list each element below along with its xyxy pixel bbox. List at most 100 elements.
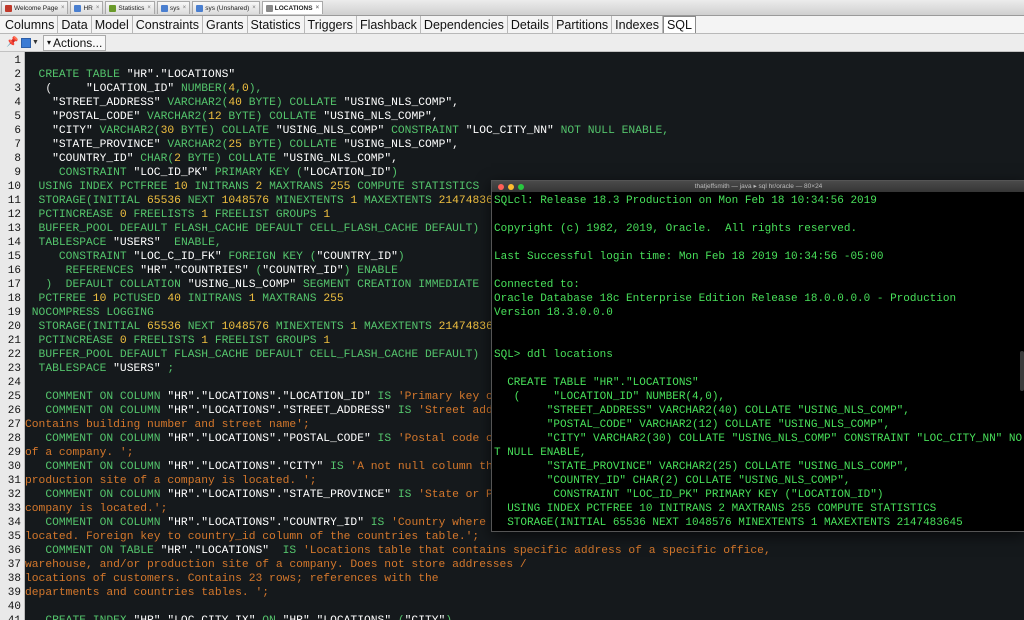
code-token: IS	[330, 461, 351, 473]
line-number: 34	[7, 517, 21, 529]
terminal-line: ( "LOCATION_ID" NUMBER(4,0),	[494, 391, 726, 403]
code-line[interactable]: STORAGE(INITIAL 65536 NEXT 1048576 MINEX…	[25, 194, 507, 208]
pin-icon[interactable]: 📌	[6, 37, 18, 48]
line-number: 2	[14, 69, 21, 81]
code-token: departments and countries tables. ';	[25, 587, 270, 599]
code-line[interactable]: BUFFER_POOL DEFAULT FLASH_CACHE DEFAULT …	[25, 348, 480, 362]
line-number: 29	[7, 447, 21, 459]
tab-sql[interactable]: SQL	[662, 16, 696, 33]
tab-details[interactable]: Details	[508, 16, 554, 33]
tab-grants[interactable]: Grants	[203, 16, 248, 33]
code-line[interactable]: CONSTRAINT "LOC_C_ID_FK" FOREIGN KEY ("C…	[25, 250, 405, 264]
tab-indexes[interactable]: Indexes	[612, 16, 663, 33]
code-line[interactable]: STORAGE(INITIAL 65536 NEXT 1048576 MINEX…	[25, 320, 507, 334]
line-number: 15	[7, 251, 21, 263]
close-icon[interactable]: ×	[183, 5, 187, 11]
code-token: FREELISTS	[126, 335, 202, 347]
line-number: 20	[7, 321, 21, 333]
document-tab[interactable]: sys ×	[156, 1, 191, 14]
document-tab[interactable]: Statistics ×	[105, 1, 155, 14]
code-line[interactable]: CREATE TABLE "HR"."LOCATIONS"	[25, 68, 236, 82]
line-number: 22	[7, 349, 21, 361]
code-line[interactable]: NOCOMPRESS LOGGING	[25, 306, 154, 320]
actions-menu-button[interactable]: ▾ Actions...	[42, 34, 107, 51]
terminal-title-bar[interactable]: thatjeffsmith — java ▸ sql hr/oracle — 8…	[492, 181, 1024, 192]
code-line[interactable]: "COUNTRY_ID" CHAR(2 BYTE) COLLATE "USING…	[25, 152, 398, 166]
code-line[interactable]: COMMENT ON COLUMN "HR"."LOCATIONS"."CITY…	[25, 460, 506, 474]
close-icon[interactable]: ×	[252, 5, 256, 11]
code-line[interactable]: Contains building number and street name…	[25, 418, 310, 432]
code-line[interactable]: TABLESPACE "USERS" ENABLE,	[25, 236, 222, 250]
tab-columns[interactable]: Columns	[2, 16, 59, 33]
code-token: 0	[119, 209, 127, 221]
code-line[interactable]: COMMENT ON COLUMN "HR"."LOCATIONS"."COUN…	[25, 516, 520, 530]
code-line[interactable]: ( "LOCATION_ID" NUMBER(4,0),	[25, 82, 262, 96]
code-token: PCTINCREASE	[25, 209, 120, 221]
tab-constraints[interactable]: Constraints	[133, 16, 204, 33]
code-line[interactable]: "POSTAL_CODE" VARCHAR2(12 BYTE) COLLATE …	[25, 110, 438, 124]
code-line[interactable]: REFERENCES "HR"."COUNTRIES" ("COUNTRY_ID…	[25, 264, 398, 278]
code-line[interactable]: COMMENT ON COLUMN "HR"."LOCATIONS"."POST…	[25, 432, 520, 446]
tab-data[interactable]: Data	[58, 16, 92, 33]
code-line[interactable]: COMMENT ON COLUMN "HR"."LOCATIONS"."LOCA…	[25, 390, 520, 404]
code-line[interactable]: of a company. ';	[25, 446, 133, 460]
terminal-line: Connected to:	[494, 279, 580, 291]
code-line[interactable]: BUFFER_POOL DEFAULT FLASH_CACHE DEFAULT …	[25, 222, 480, 236]
code-token: COMPUTE STATISTICS	[350, 181, 480, 193]
close-icon[interactable]: ×	[61, 5, 65, 11]
code-line[interactable]: PCTINCREASE 0 FREELISTS 1 FREELIST GROUP…	[25, 334, 331, 348]
code-line[interactable]: COMMENT ON TABLE "HR"."LOCATIONS" IS 'Lo…	[25, 544, 770, 558]
code-line[interactable]: CONSTRAINT "LOC_ID_PK" PRIMARY KEY ("LOC…	[25, 166, 398, 180]
document-icon	[265, 4, 273, 12]
line-number: 16	[7, 265, 21, 277]
code-token: 255	[323, 293, 344, 305]
tab-dependencies[interactable]: Dependencies	[421, 16, 508, 33]
code-token: COMMENT ON TABLE	[25, 545, 161, 557]
code-line[interactable]: departments and countries tables. ';	[25, 586, 269, 600]
tab-partitions[interactable]: Partitions	[553, 16, 613, 33]
document-tab[interactable]: LOCATIONS ×	[261, 1, 324, 14]
code-line[interactable]: ) DEFAULT COLLATION "USING_NLS_COMP" SEG…	[25, 278, 479, 292]
code-line[interactable]: company is located.';	[25, 502, 167, 516]
close-icon[interactable]: ×	[147, 5, 151, 11]
terminal-scrollbar[interactable]	[1020, 351, 1024, 391]
line-number: 21	[7, 335, 21, 347]
terminal-line: Version 18.3.0.0.0	[494, 307, 613, 319]
code-line[interactable]: TABLESPACE "USERS" ;	[25, 362, 175, 376]
code-token: 25	[228, 139, 242, 151]
code-line[interactable]: PCTFREE 10 PCTUSED 40 INITRANS 1 MAXTRAN…	[25, 292, 344, 306]
code-line[interactable]: COMMENT ON COLUMN "HR"."LOCATIONS"."STAT…	[25, 488, 513, 502]
code-line[interactable]: located. Foreign key to country_id colum…	[25, 530, 479, 544]
code-line[interactable]: USING INDEX PCTFREE 10 INITRANS 2 MAXTRA…	[25, 180, 480, 194]
tab-model[interactable]: Model	[92, 16, 133, 33]
code-line[interactable]: CREATE INDEX "HR"."LOC_CITY_IX" ON "HR".…	[25, 614, 452, 620]
document-tab[interactable]: sys (Unshared) ×	[192, 1, 260, 14]
code-token: "HR"."LOCATIONS"."CITY"	[167, 461, 331, 473]
tab-flashback[interactable]: Flashback	[357, 16, 421, 33]
code-line[interactable]: COMMENT ON COLUMN "HR"."LOCATIONS"."STRE…	[25, 404, 520, 418]
code-line[interactable]: PCTINCREASE 0 FREELISTS 1 FREELIST GROUP…	[25, 208, 331, 222]
code-token: (	[398, 615, 405, 620]
document-tab[interactable]: HR ×	[70, 1, 104, 14]
document-tab[interactable]: Welcome Page ×	[1, 1, 69, 14]
code-token: IS	[275, 545, 303, 557]
chevron-down-icon[interactable]: ▼	[32, 39, 39, 46]
code-line[interactable]: production site of a company is located.…	[25, 474, 317, 488]
tab-triggers[interactable]: Triggers	[305, 16, 357, 33]
line-number: 5	[14, 111, 21, 123]
code-token: 2	[174, 153, 181, 165]
line-number: 36	[7, 545, 21, 557]
terminal-line: "POSTAL_CODE" VARCHAR2(12) COLLATE "USIN…	[494, 419, 891, 431]
close-icon[interactable]: ×	[96, 5, 100, 11]
code-line[interactable]: "CITY" VARCHAR2(30 BYTE) COLLATE "USING_…	[25, 124, 669, 138]
terminal-window[interactable]: thatjeffsmith — java ▸ sql hr/oracle — 8…	[491, 180, 1024, 532]
code-line[interactable]: warehouse, and/or production site of a c…	[25, 558, 527, 572]
code-token: "USERS"	[113, 237, 161, 249]
tab-statistics[interactable]: Statistics	[248, 16, 305, 33]
code-line[interactable]: "STATE_PROVINCE" VARCHAR2(25 BYTE) COLLA…	[25, 138, 459, 152]
refresh-icon[interactable]	[21, 37, 31, 48]
code-line[interactable]: "STREET_ADDRESS" VARCHAR2(40 BYTE) COLLA…	[25, 96, 459, 110]
code-line[interactable]: locations of customers. Contains 23 rows…	[25, 572, 439, 586]
close-icon[interactable]: ×	[316, 5, 320, 11]
line-number: 41	[0, 614, 21, 620]
